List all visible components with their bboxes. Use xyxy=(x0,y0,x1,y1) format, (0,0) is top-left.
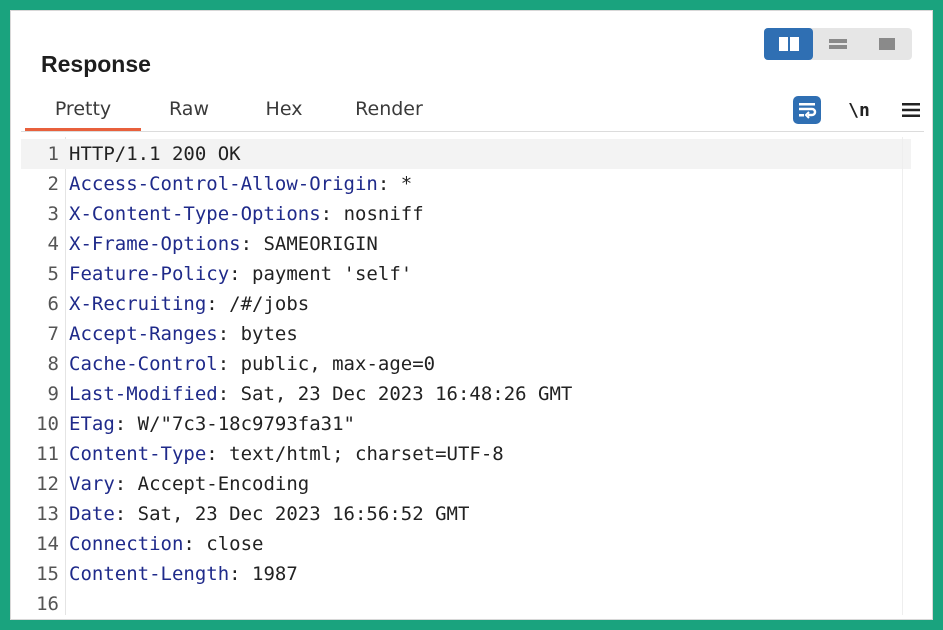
layout-toggle-group xyxy=(764,28,912,60)
editor-line: 2 Access-Control-Allow-Origin: * xyxy=(21,169,911,199)
word-wrap-icon xyxy=(793,96,821,124)
response-editor[interactable]: 1 HTTP/1.1 200 OK 2 Access-Control-Allow… xyxy=(21,137,924,615)
editor-line: 4 X-Frame-Options: SAMEORIGIN xyxy=(21,229,911,259)
header-separator: : xyxy=(240,233,264,255)
header-value: W/"7c3-18c9793fa31" xyxy=(137,413,355,435)
header-value: public, max-age=0 xyxy=(240,353,436,375)
header-name: Content-Length xyxy=(69,563,230,585)
editor-line: 10 ETag: W/"7c3-18c9793fa31" xyxy=(21,409,911,439)
header-value: SAMEORIGIN xyxy=(263,233,378,255)
header-value: payment 'self' xyxy=(252,263,413,285)
header-name: Connection xyxy=(69,533,184,555)
editor-line: 8 Cache-Control: public, max-age=0 xyxy=(21,349,911,379)
view-tabs: Pretty Raw Hex Render xyxy=(25,95,447,131)
editor-line: 5 Feature-Policy: payment 'self' xyxy=(21,259,911,289)
tabs-divider xyxy=(21,131,924,132)
header-value: bytes xyxy=(240,323,298,345)
editor-line: 13 Date: Sat, 23 Dec 2023 16:56:52 GMT xyxy=(21,499,911,529)
header-separator: : xyxy=(206,293,230,315)
editor-toolbar: \n xyxy=(781,95,937,125)
word-wrap-button[interactable] xyxy=(781,95,833,125)
tab-pretty[interactable]: Pretty xyxy=(25,95,141,131)
line-number: 6 xyxy=(47,293,59,315)
line-number: 15 xyxy=(36,563,59,585)
editor-line: 16 xyxy=(21,589,911,619)
header-value: * xyxy=(400,173,413,195)
header-name: Access-Control-Allow-Origin xyxy=(69,173,378,195)
editor-line: 9 Last-Modified: Sat, 23 Dec 2023 16:48:… xyxy=(21,379,911,409)
header-value: 1987 xyxy=(252,563,298,585)
layout-side-by-side-button[interactable] xyxy=(764,28,813,60)
header-value: nosniff xyxy=(343,203,424,225)
header-name: Last-Modified xyxy=(69,383,218,405)
menu-button[interactable] xyxy=(885,95,937,125)
line-number: 16 xyxy=(36,593,59,615)
line-number: 7 xyxy=(47,323,59,345)
header-name: Feature-Policy xyxy=(69,263,230,285)
line-number: 1 xyxy=(47,143,59,165)
line-number: 12 xyxy=(36,473,59,495)
header-name: Vary xyxy=(69,473,115,495)
header-name: Cache-Control xyxy=(69,353,218,375)
header-separator: : xyxy=(114,413,138,435)
response-panel: Response Pretty Raw Hex Render \n 1 HTTP… xyxy=(10,10,933,620)
editor-line: 15 Content-Length: 1987 xyxy=(21,559,911,589)
layout-horizontal-button[interactable] xyxy=(813,28,862,60)
editor-line: 11 Content-Type: text/html; charset=UTF-… xyxy=(21,439,911,469)
header-separator: : xyxy=(217,353,241,375)
line-number: 4 xyxy=(47,233,59,255)
header-name: X-Frame-Options xyxy=(69,233,241,255)
header-value: close xyxy=(206,533,264,555)
tab-hex[interactable]: Hex xyxy=(237,95,331,131)
header-name: ETag xyxy=(69,413,115,435)
editor-line: 1 HTTP/1.1 200 OK xyxy=(21,139,911,169)
editor-line: 12 Vary: Accept-Encoding xyxy=(21,469,911,499)
editor-line: 3 X-Content-Type-Options: nosniff xyxy=(21,199,911,229)
header-name: Accept-Ranges xyxy=(69,323,218,345)
tab-render[interactable]: Render xyxy=(331,95,447,131)
columns-icon xyxy=(778,37,799,51)
header-separator: : xyxy=(114,503,138,525)
line-number: 8 xyxy=(47,353,59,375)
editor-line: 14 Connection: close xyxy=(21,529,911,559)
header-separator: : xyxy=(206,443,230,465)
editor-line: 6 X-Recruiting: /#/jobs xyxy=(21,289,911,319)
header-separator: : xyxy=(229,563,253,585)
single-pane-icon xyxy=(878,38,895,50)
line-number: 11 xyxy=(36,443,59,465)
line-number: 3 xyxy=(47,203,59,225)
rows-icon xyxy=(828,39,847,49)
header-value: Sat, 23 Dec 2023 16:48:26 GMT xyxy=(240,383,573,405)
header-separator: : xyxy=(217,323,241,345)
header-name: Content-Type xyxy=(69,443,207,465)
vertical-scrollbar[interactable] xyxy=(902,137,924,615)
hamburger-menu-icon xyxy=(902,103,920,117)
layout-vertical-button[interactable] xyxy=(862,28,911,60)
line-number: 5 xyxy=(47,263,59,285)
header-separator: : xyxy=(229,263,253,285)
header-value: Sat, 23 Dec 2023 16:56:52 GMT xyxy=(137,503,470,525)
line-number: 2 xyxy=(47,173,59,195)
header-separator: : xyxy=(114,473,138,495)
header-value: /#/jobs xyxy=(229,293,310,315)
header-value: text/html; charset=UTF-8 xyxy=(229,443,504,465)
header-separator: : xyxy=(377,173,401,195)
panel-title: Response xyxy=(41,51,151,77)
header-name: X-Recruiting xyxy=(69,293,207,315)
header-separator: : xyxy=(183,533,207,555)
editor-line: 7 Accept-Ranges: bytes xyxy=(21,319,911,349)
line-number: 14 xyxy=(36,533,59,555)
header-name: X-Content-Type-Options xyxy=(69,203,321,225)
header-separator: : xyxy=(217,383,241,405)
line-number: 10 xyxy=(36,413,59,435)
line-number: 9 xyxy=(47,383,59,405)
show-newlines-button[interactable]: \n xyxy=(833,95,885,125)
header-name: Date xyxy=(69,503,115,525)
header-value: Accept-Encoding xyxy=(137,473,310,495)
header-separator: : xyxy=(320,203,344,225)
line-number: 13 xyxy=(36,503,59,525)
status-line: HTTP/1.1 200 OK xyxy=(69,143,241,165)
tab-raw[interactable]: Raw xyxy=(141,95,237,131)
